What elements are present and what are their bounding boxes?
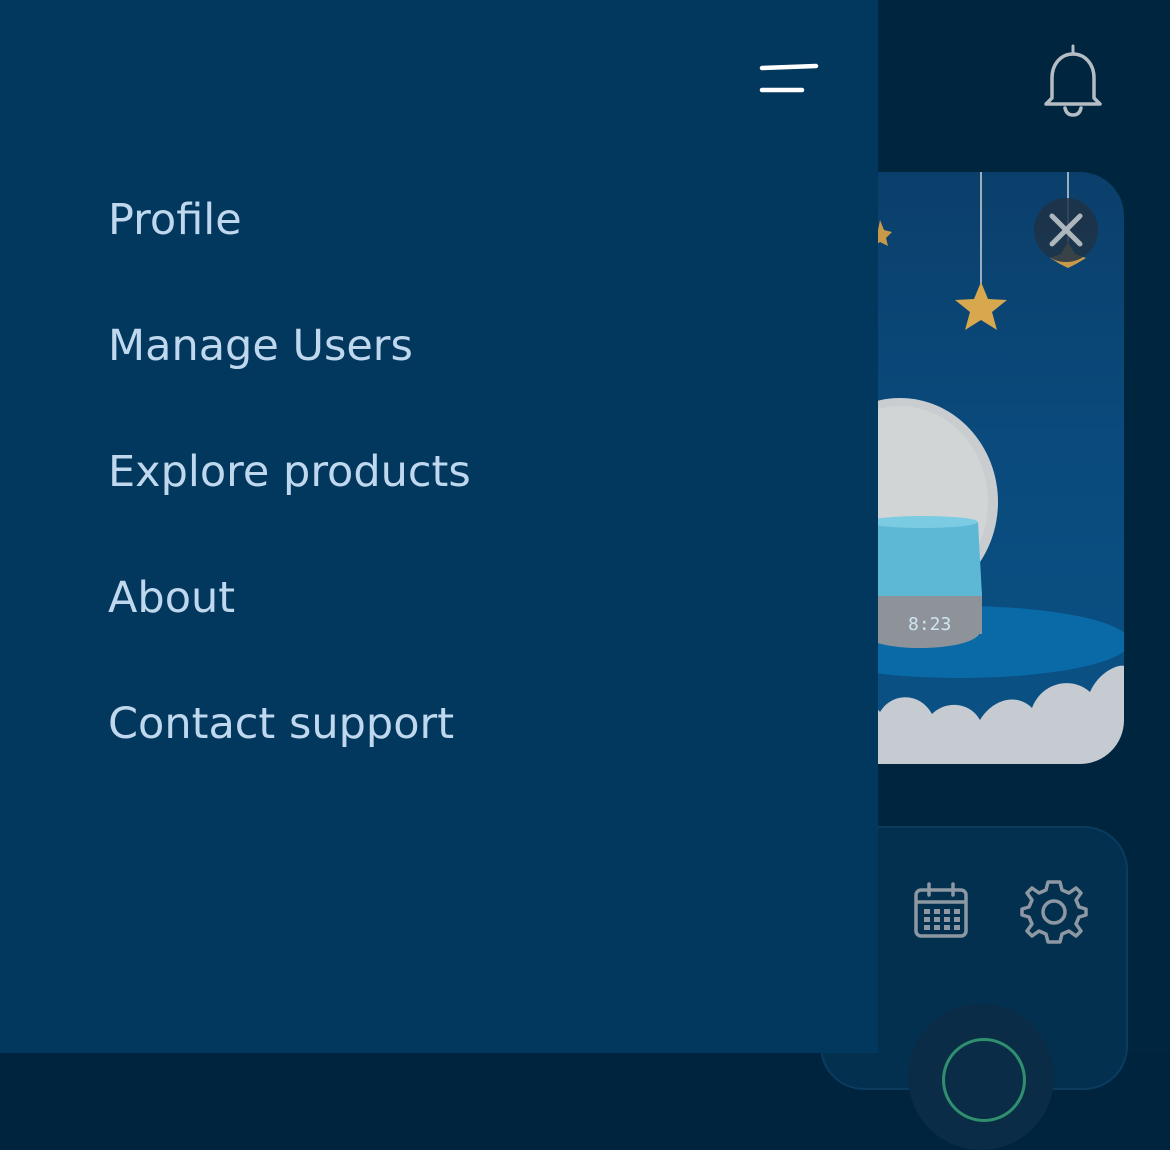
menu-item-explore-products[interactable]: Explore products [108, 442, 471, 568]
menu-item-contact-support[interactable]: Contact support [108, 694, 471, 820]
close-icon[interactable] [1034, 198, 1098, 262]
power-button-ring [942, 1038, 1026, 1122]
svg-text:8:23: 8:23 [908, 614, 951, 635]
menu-item-manage-users[interactable]: Manage Users [108, 316, 471, 442]
menu-item-about[interactable]: About [108, 568, 471, 694]
bell-icon[interactable] [1040, 42, 1106, 118]
menu-item-profile[interactable]: Profile [108, 190, 471, 316]
navigation-drawer: Profile Manage Users Explore products Ab… [0, 0, 878, 1053]
calendar-icon[interactable] [912, 882, 970, 940]
menu-close-icon[interactable] [754, 58, 824, 98]
gear-icon[interactable] [1020, 876, 1088, 944]
menu-list: Profile Manage Users Explore products Ab… [108, 190, 471, 820]
star-decoration [955, 282, 1007, 330]
